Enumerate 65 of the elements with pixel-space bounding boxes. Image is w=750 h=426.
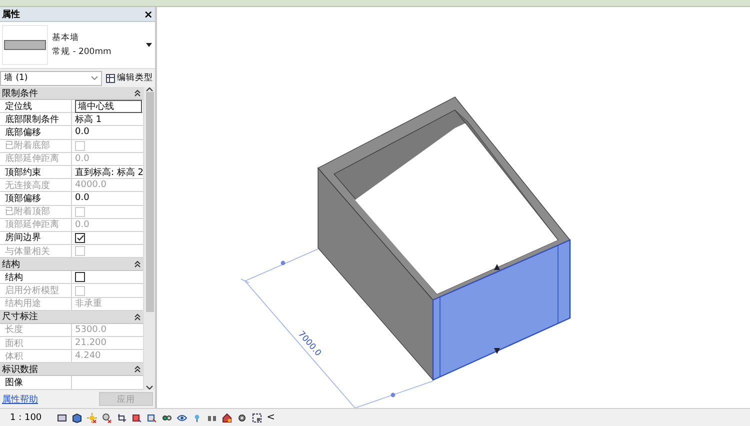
type-name: 常规 - 200mm xyxy=(52,46,112,58)
scrollbar-thumb[interactable] xyxy=(146,92,154,312)
flip-arrow-icon[interactable] xyxy=(494,264,500,270)
property-value: 5300.0 xyxy=(75,324,106,335)
eye-icon[interactable] xyxy=(176,412,187,422)
wall-preview-icon xyxy=(2,25,48,65)
collapse-button[interactable]: < xyxy=(266,412,276,423)
property-label: 房间边界 xyxy=(0,232,72,244)
checkbox[interactable] xyxy=(75,272,85,282)
property-value: 非承重 xyxy=(75,298,102,310)
property-value: 4000.0 xyxy=(75,180,106,190)
property-label: 底部延伸距离 xyxy=(0,152,72,165)
flip-arrow-icon[interactable] xyxy=(494,348,500,354)
property-value: 直到标高: 标高 2 xyxy=(75,166,144,179)
property-value: 21.200 xyxy=(75,338,106,348)
property-label: 顶部延伸距离 xyxy=(0,218,72,231)
property-label: 结构 xyxy=(0,271,72,284)
glasses-icon[interactable] xyxy=(162,412,172,422)
property-label: 面积 xyxy=(0,337,72,350)
edit-type-button[interactable]: 编辑类型 xyxy=(104,70,155,86)
property-label: 定位线 xyxy=(0,100,72,112)
property-label: 底部偏移 xyxy=(0,126,72,139)
property-value: 0.0 xyxy=(75,154,90,164)
instance-filter-dropdown[interactable]: 墙 (1) xyxy=(0,70,102,86)
property-label: 无连接高度 xyxy=(0,179,72,192)
close-button[interactable]: × xyxy=(144,8,153,20)
property-label: 图像 xyxy=(0,376,72,389)
scale-label[interactable]: 1 : 100 xyxy=(10,412,42,422)
property-label: 长度 xyxy=(0,324,72,336)
cube-icon[interactable] xyxy=(72,412,82,422)
group-header[interactable]: 尺寸标注 xyxy=(0,310,144,324)
property-value: 0.0 xyxy=(75,193,90,204)
property-label: 与体量相关 xyxy=(0,245,72,258)
value-field[interactable]: 墙中心线 xyxy=(75,100,142,113)
checkbox[interactable] xyxy=(75,232,85,243)
frame-icon[interactable] xyxy=(252,412,262,422)
panel-title: 属性 xyxy=(2,8,20,20)
drag-handle[interactable] xyxy=(390,392,396,398)
scroll-up-icon[interactable] xyxy=(146,87,154,92)
house-icon[interactable] xyxy=(222,412,232,422)
chevron-icon xyxy=(91,76,98,80)
table-icon xyxy=(106,74,115,82)
property-value: 0.0 xyxy=(75,220,90,230)
display-icon[interactable] xyxy=(56,412,67,422)
sun-icon[interactable] xyxy=(86,412,97,422)
scroll-down-icon[interactable] xyxy=(146,385,154,390)
help-link[interactable]: 属性帮助 xyxy=(2,392,38,406)
property-label: 底部限制条件 xyxy=(0,113,72,126)
group-header[interactable]: 标识数据 xyxy=(0,363,144,376)
property-value: 标高 1 xyxy=(75,114,102,126)
property-label: 已附着顶部 xyxy=(0,206,72,218)
group-header[interactable]: 结构 xyxy=(0,258,144,272)
property-label: 体积 xyxy=(0,350,72,362)
group-header[interactable]: 限制条件 xyxy=(0,87,144,100)
dropdown-icon xyxy=(146,43,152,47)
property-label: 已附着底部 xyxy=(0,140,72,152)
property-value: 0.0 xyxy=(75,127,90,138)
property-label: 顶部偏移 xyxy=(0,192,72,204)
type-selector[interactable]: 基本墙 常规 - 200mm xyxy=(0,22,155,69)
property-label: 结构用途 xyxy=(0,298,72,310)
property-label: 顶部约束 xyxy=(0,166,72,178)
family-name: 基本墙 xyxy=(52,32,80,44)
property-value: 4.240 xyxy=(75,351,101,362)
drag-handle[interactable] xyxy=(280,260,286,266)
property-label: 启用分析模型 xyxy=(0,284,72,297)
